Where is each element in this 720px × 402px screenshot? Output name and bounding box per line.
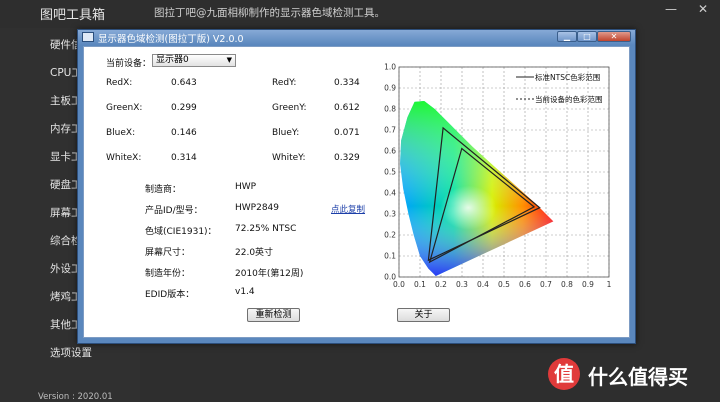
- watermark-text: 什么值得买: [588, 365, 688, 389]
- dialog-titlebar[interactable]: 显示器色域检测(图拉丁版) V2.0.0 ▁ □ ✕: [78, 30, 635, 45]
- gamut-dialog: 显示器色域检测(图拉丁版) V2.0.0 ▁ □ ✕ 当前设备： 显示器0 ▼ …: [77, 29, 636, 344]
- green-y-label: GreenY:: [272, 103, 307, 113]
- green-x-label: GreenX:: [106, 103, 143, 113]
- x-tick-label: 0.7: [540, 280, 552, 289]
- device-select[interactable]: 显示器0 ▼: [152, 54, 236, 67]
- recheck-button[interactable]: 重新检测: [247, 308, 300, 322]
- y-tick-label: 0.2: [384, 231, 396, 240]
- edid-version-value: v1.4: [235, 287, 255, 297]
- screen-size-value: 22.0英寸: [235, 248, 274, 258]
- app-close-button[interactable]: ✕: [694, 2, 712, 16]
- green-x-value: 0.299: [171, 103, 197, 113]
- y-tick-label: 0.6: [384, 147, 396, 156]
- app-subtitle: 图拉丁吧@九面相柳制作的显示器色域检测工具。: [154, 7, 385, 19]
- x-tick-label: 0.6: [519, 280, 531, 289]
- y-tick-label: 0.1: [384, 252, 396, 261]
- y-tick-label: 0.0: [384, 273, 396, 282]
- app-title: 图吧工具箱: [40, 8, 106, 23]
- green-y-value: 0.612: [334, 103, 360, 113]
- white-x-value: 0.314: [171, 153, 197, 163]
- y-tick-label: 1.0: [384, 63, 396, 72]
- version-label: Version : 2020.01: [38, 392, 113, 402]
- legend-label: 标准NTSC色彩范围: [535, 72, 600, 82]
- watermark-logo: 值: [548, 358, 580, 390]
- dialog-content: 当前设备： 显示器0 ▼ RedX: 0.643 RedY: 0.334 Gre…: [83, 46, 630, 338]
- x-tick-label: 0.1: [414, 280, 426, 289]
- red-x-label: RedX:: [106, 78, 133, 88]
- white-y-value: 0.329: [334, 153, 360, 163]
- red-x-value: 0.643: [171, 78, 197, 88]
- edid-version-label: EDID版本：: [145, 290, 195, 300]
- x-tick-label: 1: [607, 280, 612, 289]
- y-tick-label: 0.7: [384, 126, 396, 135]
- y-tick-label: 0.5: [384, 168, 396, 177]
- x-tick-label: 0.4: [477, 280, 489, 289]
- cie-chart: 0.0 0.1 0.2 0.3 0.4 0.5 0.6 0.7 0.8 0.9 10.00.10.2…: [384, 63, 612, 290]
- legend-label: 当前设备的色彩范围: [535, 94, 603, 104]
- dialog-minimize-button[interactable]: ▁: [557, 31, 577, 42]
- y-tick-label: 0.4: [384, 189, 396, 198]
- white-x-label: WhiteX:: [106, 153, 142, 163]
- manufacturer-value: HWP: [235, 182, 257, 192]
- blue-y-value: 0.071: [334, 128, 360, 138]
- device-select-value: 显示器0: [156, 55, 189, 65]
- gamut-value: 72.25% NTSC: [235, 224, 297, 234]
- dialog-maximize-button[interactable]: □: [577, 31, 597, 42]
- manufacture-year-value: 2010年(第12周): [235, 269, 304, 279]
- sidebar-item-settings[interactable]: 选项设置: [50, 345, 92, 360]
- dialog-close-button[interactable]: ✕: [597, 31, 631, 42]
- blue-x-value: 0.146: [171, 128, 197, 138]
- product-id-label: 产品ID/型号：: [145, 206, 203, 216]
- product-id-value: HWP2849: [235, 203, 279, 213]
- white-point-glow: [440, 185, 497, 230]
- chevron-down-icon: ▼: [226, 56, 232, 64]
- copy-link[interactable]: 点此复制: [331, 203, 365, 215]
- dialog-title: 显示器色域检测(图拉丁版) V2.0.0: [98, 34, 244, 45]
- device-label: 当前设备：: [106, 59, 152, 69]
- about-button[interactable]: 关于: [397, 308, 450, 322]
- y-tick-label: 0.9: [384, 84, 396, 93]
- white-y-label: WhiteY:: [272, 153, 306, 163]
- y-tick-label: 0.8: [384, 105, 396, 114]
- x-tick-label: 0.3: [456, 280, 468, 289]
- x-tick-label: 0.9: [582, 280, 594, 289]
- x-tick-label: 0.8: [561, 280, 573, 289]
- gamut-label: 色域(CIE1931)：: [145, 227, 217, 237]
- blue-x-label: BlueX:: [106, 128, 136, 138]
- manufacturer-label: 制造商：: [145, 185, 182, 195]
- manufacture-year-label: 制造年份：: [145, 269, 191, 279]
- app-minimize-button[interactable]: —: [662, 2, 680, 16]
- red-y-value: 0.334: [334, 78, 360, 88]
- x-tick-label: 0.5: [498, 280, 510, 289]
- monitor-icon: [82, 32, 94, 42]
- blue-y-label: BlueY:: [272, 128, 300, 138]
- red-y-label: RedY:: [272, 78, 297, 88]
- screen-size-label: 屏幕尺寸：: [145, 248, 191, 258]
- y-tick-label: 0.3: [384, 210, 396, 219]
- x-tick-label: 0.2: [435, 280, 447, 289]
